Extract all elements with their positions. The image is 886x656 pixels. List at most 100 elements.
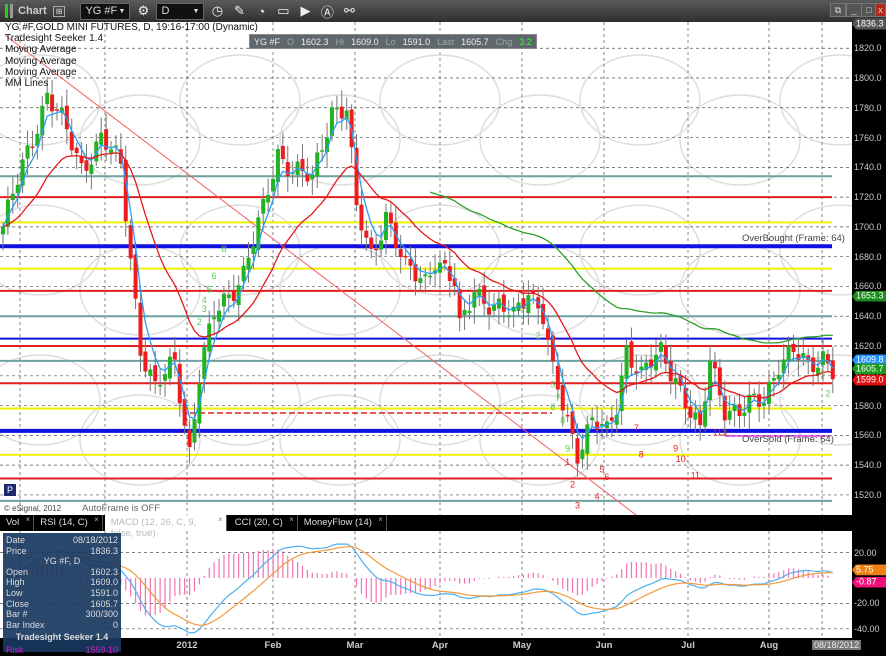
candle-body[interactable]: [727, 410, 732, 420]
candle-body[interactable]: [339, 106, 344, 119]
close-icon[interactable]: ×: [94, 515, 99, 524]
candle-body[interactable]: [74, 147, 79, 154]
candle-body[interactable]: [428, 275, 433, 278]
candle-body[interactable]: [280, 145, 285, 160]
candle-body[interactable]: [752, 393, 757, 396]
candle-body[interactable]: [246, 257, 251, 270]
candle-body[interactable]: [158, 384, 163, 387]
candle-body[interactable]: [84, 160, 89, 171]
candle-body[interactable]: [737, 404, 742, 417]
candle-body[interactable]: [757, 394, 762, 407]
candle-body[interactable]: [109, 149, 114, 154]
candle-body[interactable]: [187, 430, 192, 448]
close-icon[interactable]: ×: [289, 515, 294, 524]
candle-body[interactable]: [487, 307, 492, 315]
candle-body[interactable]: [693, 412, 698, 420]
candle-body[interactable]: [629, 341, 634, 368]
candle-body[interactable]: [771, 378, 776, 381]
legend-study[interactable]: Moving Average: [5, 56, 258, 67]
candle-body[interactable]: [673, 378, 678, 384]
candle-body[interactable]: [418, 278, 423, 284]
legend-study[interactable]: Tradesight Seeker 1.4: [5, 33, 258, 44]
candle-body[interactable]: [462, 309, 467, 316]
close-icon[interactable]: ×: [26, 515, 31, 524]
candle-body[interactable]: [138, 302, 143, 356]
p-button[interactable]: P: [4, 484, 16, 496]
legend-study[interactable]: MM Lines: [5, 78, 258, 89]
candle-body[interactable]: [712, 361, 717, 369]
candle-body[interactable]: [786, 345, 791, 362]
candle-body[interactable]: [467, 310, 472, 314]
candle-body[interactable]: [609, 417, 614, 421]
candle-body[interactable]: [546, 328, 551, 340]
candle-body[interactable]: [241, 265, 246, 282]
candle-body[interactable]: [555, 365, 560, 390]
candle-body[interactable]: [25, 145, 30, 159]
tab-cci[interactable]: CCI (20, C) ×: [229, 515, 298, 531]
candle-body[interactable]: [403, 255, 408, 258]
candle-body[interactable]: [172, 352, 177, 360]
candle-body[interactable]: [207, 323, 212, 352]
candle-body[interactable]: [492, 304, 496, 311]
candle-body[interactable]: [830, 360, 835, 380]
candle-body[interactable]: [30, 146, 35, 148]
candle-body[interactable]: [762, 403, 767, 406]
candle-body[interactable]: [442, 260, 447, 264]
candle-body[interactable]: [320, 150, 325, 152]
candle-body[interactable]: [374, 248, 379, 251]
candle-body[interactable]: [580, 449, 585, 460]
candle-body[interactable]: [560, 384, 565, 411]
close-icon[interactable]: ×: [378, 515, 383, 524]
candle-body[interactable]: [423, 274, 428, 277]
candle-body[interactable]: [261, 198, 266, 214]
candle-body[interactable]: [153, 365, 158, 382]
candle-body[interactable]: [45, 92, 50, 105]
candle-body[interactable]: [89, 164, 94, 174]
close-icon[interactable]: ×: [218, 515, 223, 524]
candle-body[interactable]: [266, 194, 271, 203]
candle-body[interactable]: [128, 225, 133, 259]
candle-body[interactable]: [575, 438, 580, 464]
candle-body[interactable]: [565, 414, 570, 417]
candle-body[interactable]: [192, 419, 197, 443]
candle-body[interactable]: [369, 237, 374, 249]
candle-body[interactable]: [531, 290, 536, 293]
candle-body[interactable]: [688, 406, 693, 418]
candle-body[interactable]: [501, 294, 506, 312]
candle-body[interactable]: [251, 246, 256, 254]
candle-body[interactable]: [285, 162, 290, 177]
candle-body[interactable]: [212, 317, 217, 320]
candle-body[interactable]: [148, 369, 153, 376]
candle-body[interactable]: [1, 226, 5, 235]
candle-body[interactable]: [379, 240, 384, 250]
candle-body[interactable]: [791, 343, 796, 353]
tab-rsi[interactable]: RSI (14, C) ×: [34, 515, 103, 531]
price-chart[interactable]: 123456789101111323456825768912: [0, 0, 886, 652]
candle-body[interactable]: [742, 412, 747, 417]
candle-body[interactable]: [506, 315, 511, 318]
candle-body[interactable]: [585, 424, 590, 454]
tab-macd[interactable]: MACD (12, 26, C, 9, false, true) ×: [104, 515, 227, 539]
tab-moneyflow[interactable]: MoneyFlow (14) ×: [298, 515, 387, 531]
candle-body[interactable]: [595, 421, 600, 430]
candle-body[interactable]: [271, 178, 276, 192]
candle-body[interactable]: [163, 374, 168, 381]
candle-body[interactable]: [624, 345, 629, 380]
candle-body[interactable]: [820, 351, 825, 365]
candle-body[interactable]: [231, 290, 236, 301]
candle-body[interactable]: [388, 212, 393, 224]
legend-study[interactable]: Moving Average: [5, 44, 258, 55]
candle-body[interactable]: [221, 293, 226, 307]
candle-body[interactable]: [226, 294, 231, 299]
tab-vol[interactable]: Vol ×: [0, 515, 35, 531]
legend-study[interactable]: Moving Average: [5, 67, 258, 78]
candle-body[interactable]: [334, 107, 339, 110]
candle-body[interactable]: [99, 132, 104, 145]
candle-body[interactable]: [143, 351, 148, 372]
candle-body[interactable]: [590, 417, 595, 421]
candle-body[interactable]: [398, 249, 403, 258]
candle-body[interactable]: [55, 109, 60, 111]
date-axis[interactable]: [0, 638, 852, 652]
candle-body[interactable]: [658, 342, 663, 352]
price-axis[interactable]: [852, 22, 886, 515]
